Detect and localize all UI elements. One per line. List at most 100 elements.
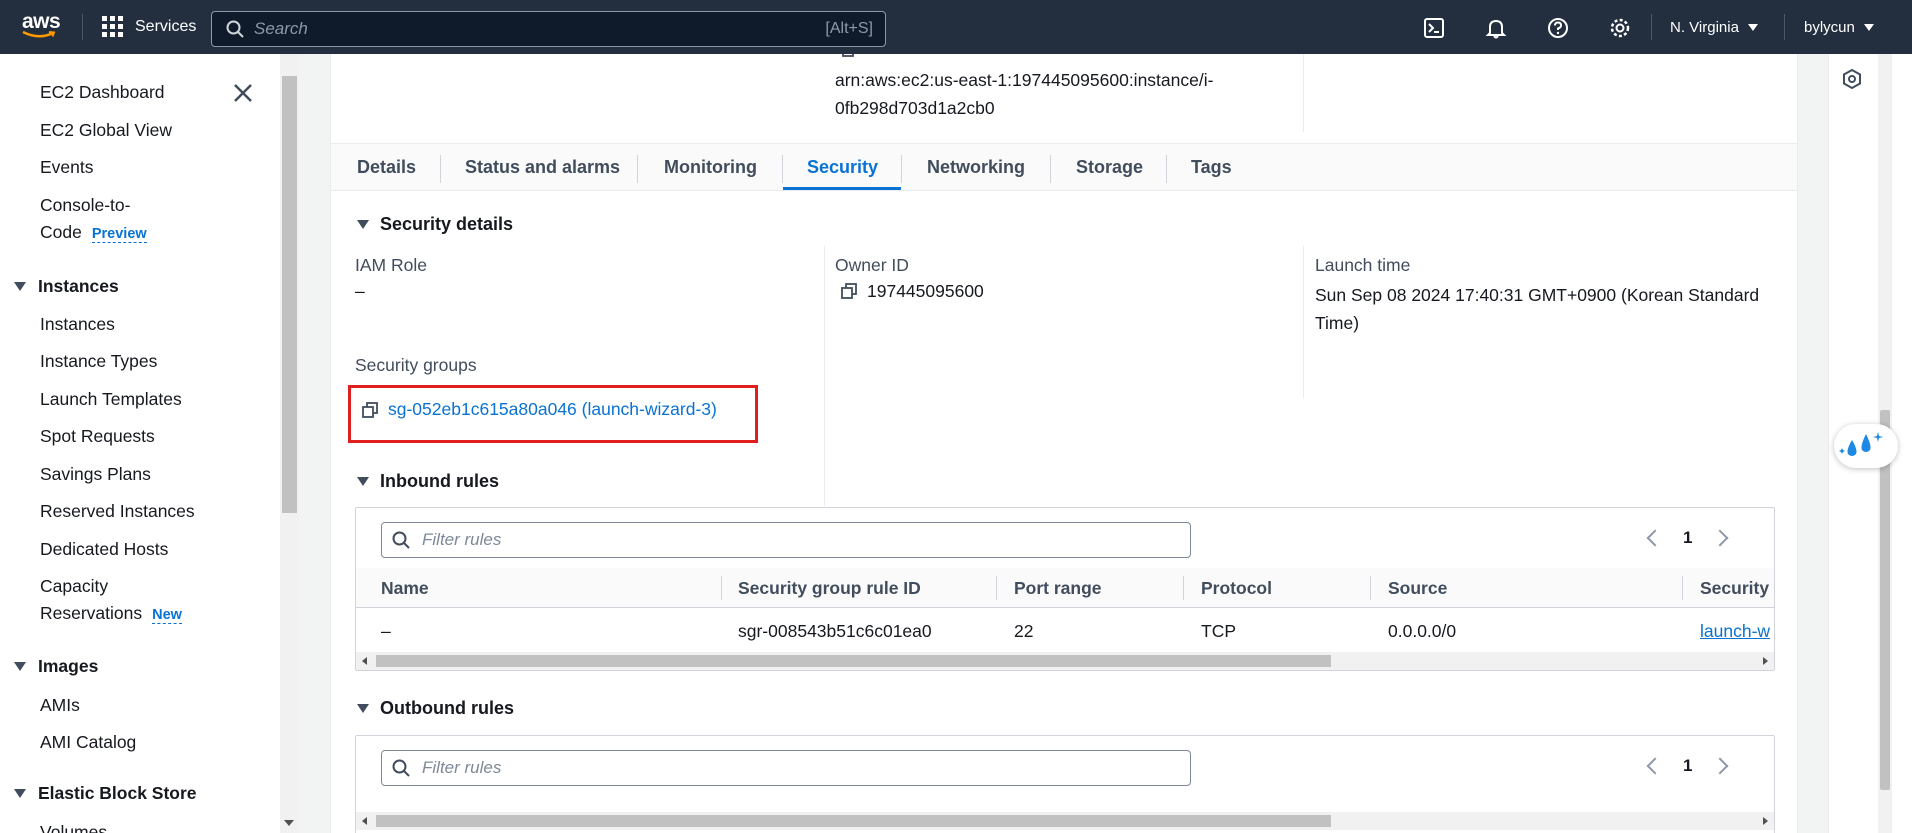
- cell-security-group-link[interactable]: launch-w: [1700, 621, 1770, 642]
- sidebar-section-instances[interactable]: Instances: [14, 276, 119, 297]
- sidebar-section-images[interactable]: Images: [14, 656, 98, 677]
- divider: [1651, 14, 1652, 40]
- chevron-left-icon[interactable]: [1646, 529, 1664, 547]
- sidebar-item-spot-requests[interactable]: Spot Requests: [40, 426, 155, 447]
- page-number[interactable]: 1: [1683, 528, 1692, 548]
- outbound-rules-header[interactable]: Outbound rules: [357, 698, 514, 719]
- security-group-link[interactable]: sg-052eb1c615a80a046 (launch-wizard-3): [362, 399, 717, 420]
- chevron-right-icon[interactable]: [1711, 757, 1729, 775]
- outbound-filter-input[interactable]: Filter rules: [381, 750, 1191, 786]
- search-input[interactable]: Search [Alt+S]: [211, 11, 886, 47]
- cloudshell-icon[interactable]: [1423, 17, 1445, 39]
- arn-line: 0fb298d703d1a2cb0: [835, 98, 995, 118]
- page-number[interactable]: 1: [1683, 756, 1692, 776]
- divider: [996, 576, 997, 600]
- sidebar-item-capacity-reservations[interactable]: Capacity Reservations New: [40, 576, 182, 624]
- divider: [1784, 14, 1785, 40]
- preview-badge: Preview: [91, 226, 147, 243]
- section-title: Inbound rules: [380, 471, 499, 491]
- divider: [440, 155, 441, 183]
- inbound-rules-header[interactable]: Inbound rules: [357, 471, 499, 492]
- help-icon[interactable]: [1547, 17, 1569, 39]
- pagination: 1: [1646, 756, 1729, 776]
- tab-details[interactable]: Details: [357, 157, 416, 178]
- cell-rule-id: sgr-008543b51c6c01ea0: [738, 621, 932, 641]
- sidebar-item-dedicated-hosts[interactable]: Dedicated Hosts: [40, 539, 168, 560]
- sidebar-item-instances[interactable]: Instances: [40, 314, 115, 335]
- copy-icon[interactable]: [841, 283, 857, 299]
- aws-logo-text: aws: [22, 10, 61, 33]
- column-header[interactable]: Protocol: [1201, 578, 1272, 599]
- divider: [901, 155, 902, 183]
- table-horizontal-scrollbar[interactable]: [356, 812, 1774, 830]
- security-group-link-text[interactable]: sg-052eb1c615a80a046 (launch-wizard-3): [388, 399, 717, 420]
- sidebar-item-reserved-instances[interactable]: Reserved Instances: [40, 501, 195, 522]
- table-horizontal-scrollbar[interactable]: [356, 652, 1774, 670]
- scroll-left-arrow-icon[interactable]: [362, 657, 367, 665]
- sidebar-item-events[interactable]: Events: [40, 157, 94, 178]
- table-header: Name Security group rule ID Port range P…: [356, 568, 1774, 608]
- settings-icon[interactable]: [1609, 17, 1631, 39]
- column-header[interactable]: Security: [1700, 578, 1769, 599]
- sidebar-scrollbar[interactable]: [280, 54, 299, 833]
- caret-down-icon: [357, 704, 369, 713]
- search-shortcut: [Alt+S]: [825, 20, 873, 37]
- section-title: Instances: [38, 276, 119, 296]
- sidebar-item-volumes[interactable]: Volumes: [40, 822, 107, 833]
- sidebar-item-label: Code: [40, 222, 82, 242]
- sidebar-item-savings-plans[interactable]: Savings Plans: [40, 464, 151, 485]
- sidebar-item-console-to-code[interactable]: Console-to- Code Preview: [40, 195, 147, 243]
- tab-networking[interactable]: Networking: [927, 157, 1025, 178]
- inbound-filter-input[interactable]: Filter rules: [381, 522, 1191, 558]
- divider: [721, 576, 722, 600]
- sidebar-item-launch-templates[interactable]: Launch Templates: [40, 389, 182, 410]
- tab-security[interactable]: Security: [807, 157, 878, 178]
- info-panel-icon[interactable]: [1841, 68, 1863, 90]
- scrollbar-thumb[interactable]: [376, 815, 1331, 827]
- scroll-right-arrow-icon[interactable]: [1763, 817, 1768, 825]
- sidebar-item-ec2-dashboard[interactable]: EC2 Dashboard: [40, 82, 165, 103]
- active-tab-indicator: [783, 187, 901, 190]
- copy-icon[interactable]: [841, 54, 855, 64]
- scroll-left-arrow-icon[interactable]: [362, 817, 367, 825]
- scroll-down-arrow-icon[interactable]: [284, 820, 294, 826]
- scrollbar-thumb[interactable]: [376, 655, 1331, 667]
- sidebar-item-label: Capacity: [40, 576, 109, 596]
- column-header[interactable]: Name: [381, 578, 429, 599]
- aws-logo[interactable]: aws: [22, 10, 62, 44]
- scrollbar-thumb[interactable]: [282, 76, 297, 513]
- tab-status-and-alarms[interactable]: Status and alarms: [465, 157, 620, 178]
- divider: [1303, 246, 1304, 398]
- region-selector[interactable]: N. Virginia: [1670, 19, 1758, 36]
- column-header[interactable]: Port range: [1014, 578, 1102, 599]
- sidebar-section-elastic-block-store[interactable]: Elastic Block Store: [14, 783, 197, 804]
- caret-down-icon: [14, 662, 26, 671]
- sidebar-item-ami-catalog[interactable]: AMI Catalog: [40, 732, 136, 753]
- close-icon[interactable]: [232, 82, 254, 104]
- scroll-right-arrow-icon[interactable]: [1763, 657, 1768, 665]
- column-header[interactable]: Security group rule ID: [738, 578, 921, 599]
- new-badge: New: [152, 607, 182, 624]
- chevron-left-icon[interactable]: [1646, 757, 1664, 775]
- tab-monitoring[interactable]: Monitoring: [664, 157, 757, 178]
- search-icon: [226, 20, 244, 38]
- tab-tags[interactable]: Tags: [1191, 157, 1232, 178]
- tab-storage[interactable]: Storage: [1076, 157, 1143, 178]
- security-details-header[interactable]: Security details: [357, 214, 513, 235]
- sidebar-item-amis[interactable]: AMIs: [40, 695, 80, 716]
- account-menu[interactable]: bylycun: [1804, 19, 1874, 36]
- section-title: Security details: [380, 214, 514, 234]
- copy-icon[interactable]: [362, 401, 378, 418]
- divider: [637, 155, 638, 183]
- owner-id-field: 197445095600: [841, 281, 984, 302]
- chevron-right-icon[interactable]: [1711, 529, 1729, 547]
- floating-assistant-button[interactable]: [1834, 424, 1898, 468]
- iam-role-label: IAM Role: [355, 255, 427, 275]
- divider: [782, 155, 783, 183]
- sidebar-item-instance-types[interactable]: Instance Types: [40, 351, 157, 372]
- services-menu-button[interactable]: Services: [102, 16, 196, 37]
- caret-down-icon: [1747, 24, 1758, 31]
- bell-icon[interactable]: [1485, 17, 1507, 39]
- column-header[interactable]: Source: [1388, 578, 1447, 599]
- sidebar-item-ec2-global-view[interactable]: EC2 Global View: [40, 120, 172, 141]
